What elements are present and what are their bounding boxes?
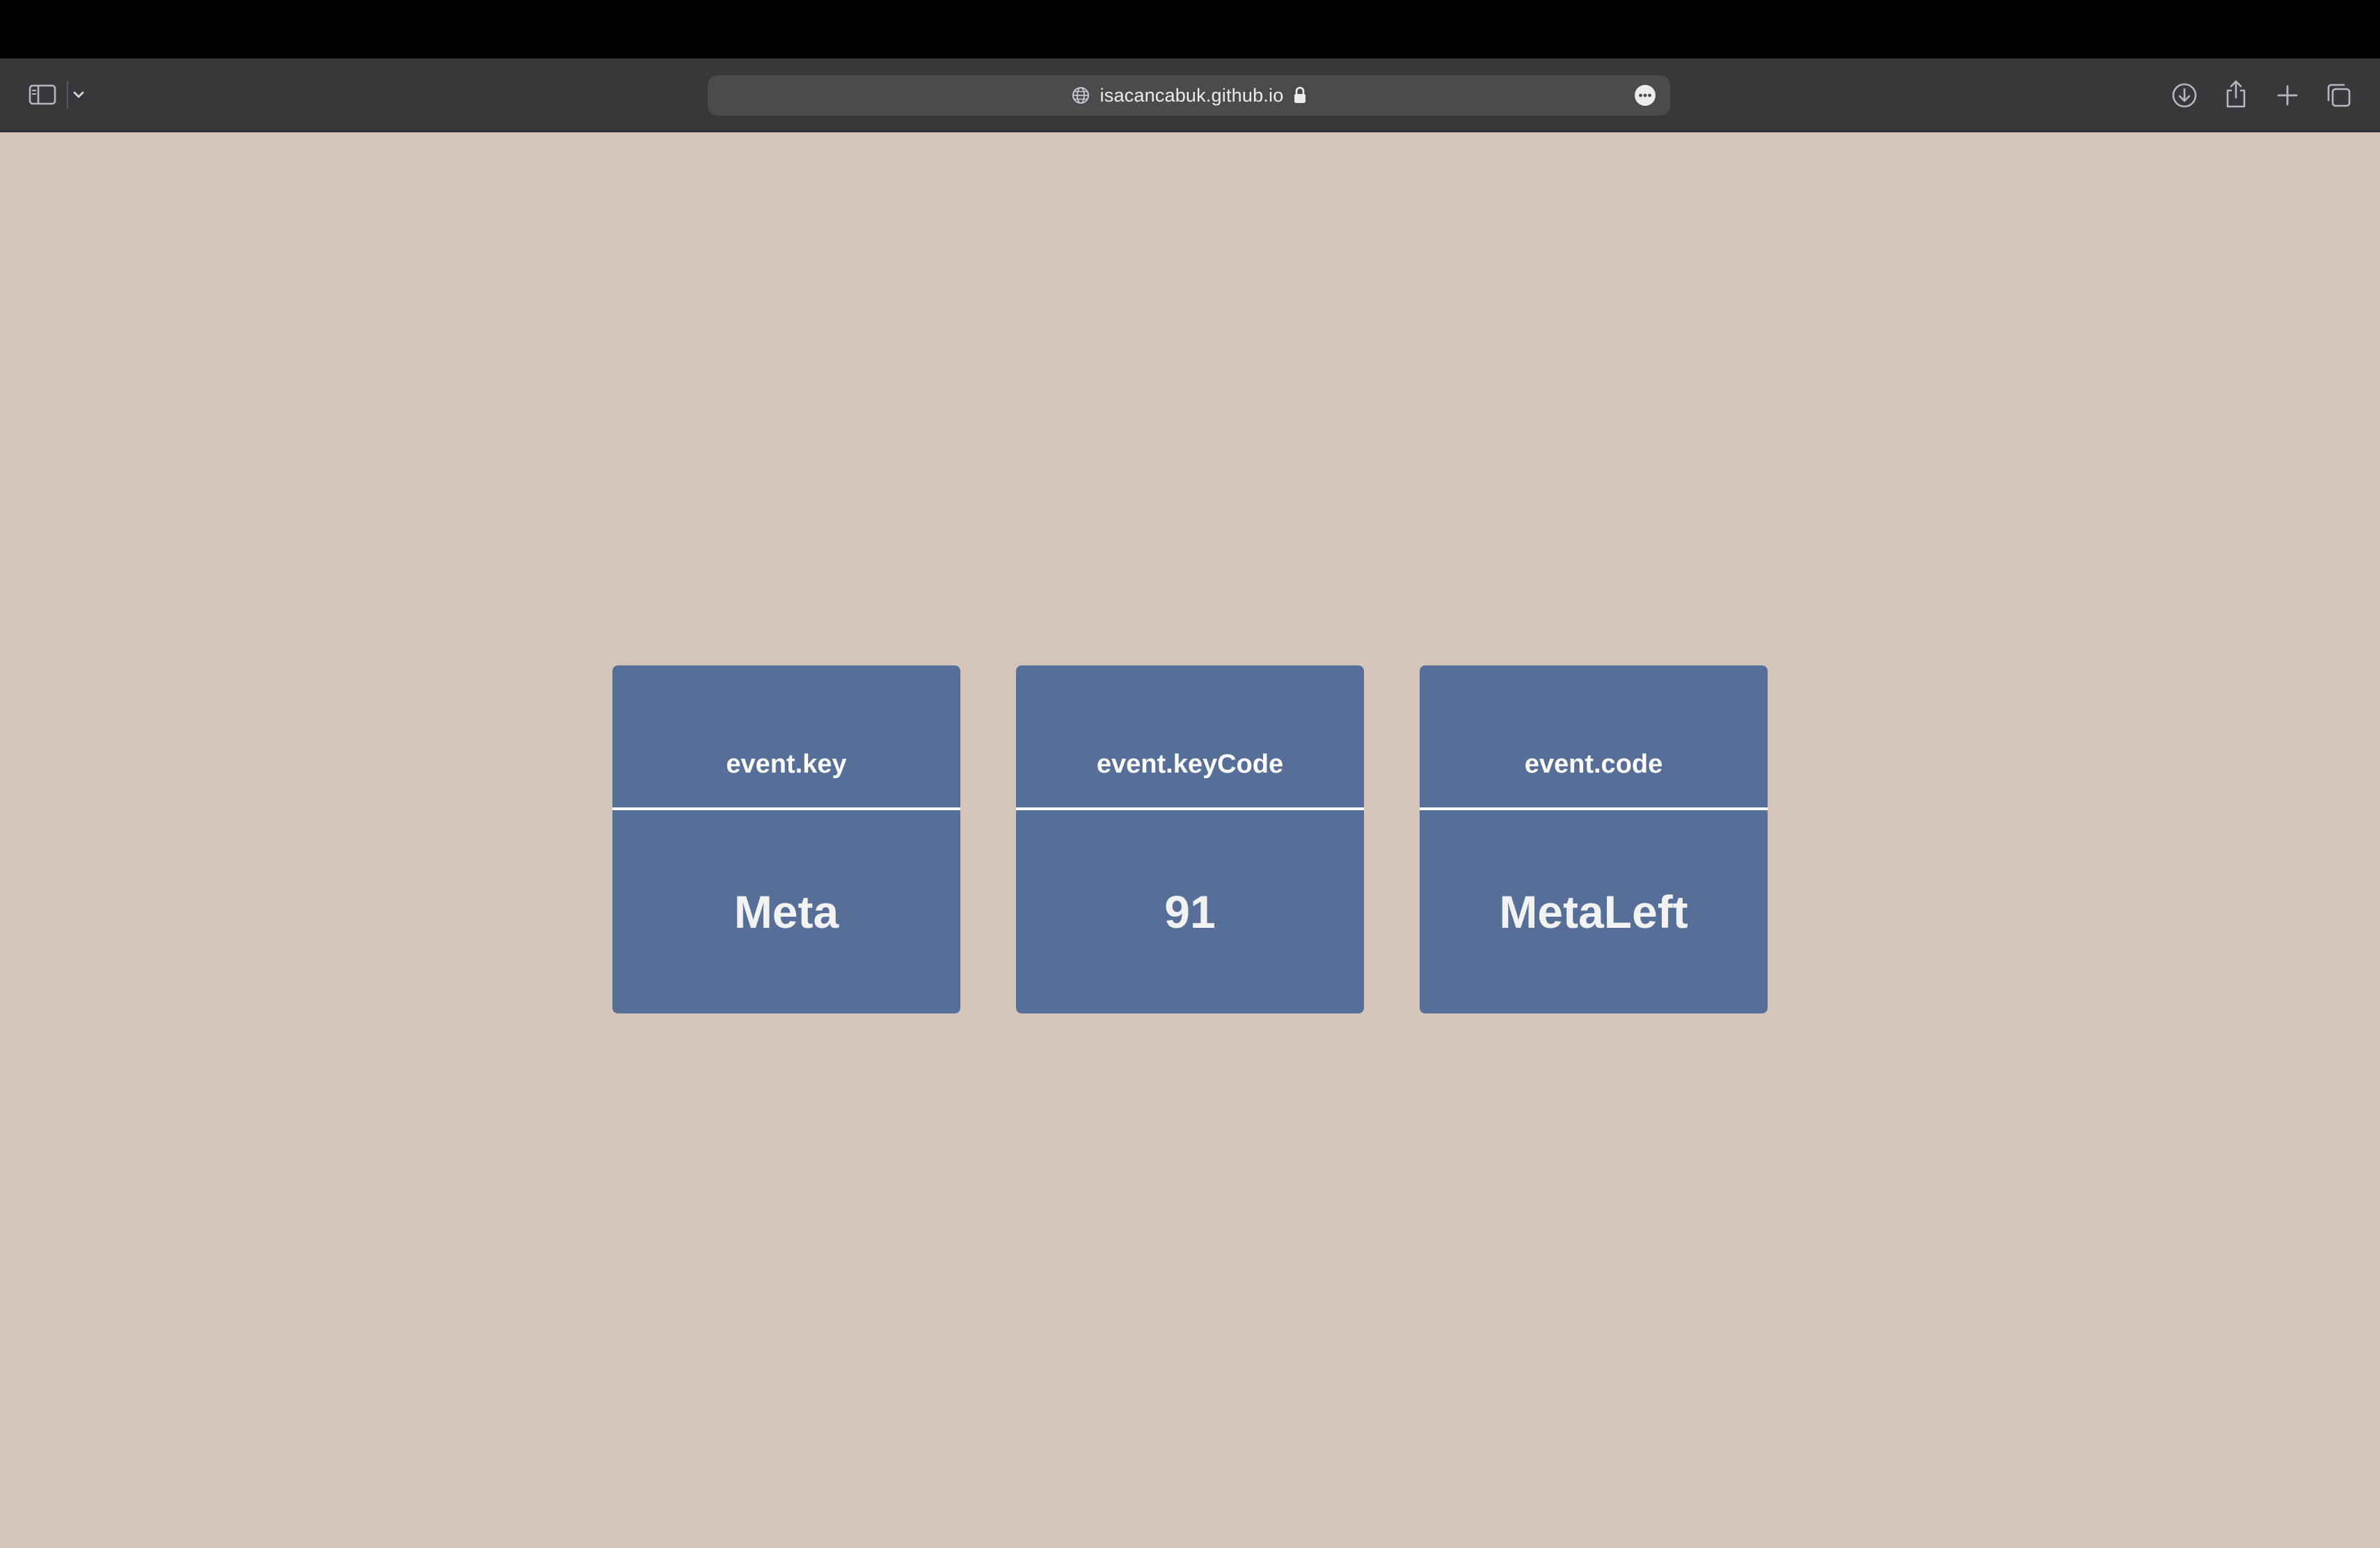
chevron-down-icon [73,91,84,98]
download-icon [2172,83,2197,108]
card-label: event.keyCode [1016,665,1364,810]
event-code-card: event.code MetaLeft [1420,665,1768,1013]
downloads-button[interactable] [2168,79,2200,111]
event-keycode-card: event.keyCode 91 [1016,665,1364,1013]
lock-icon [1294,86,1306,103]
event-key-card: event.key Meta [612,665,960,1013]
top-black-strip [0,0,2380,58]
sidebar-icon [29,84,56,105]
share-icon [2226,80,2246,108]
browser-toolbar: isacancabuk.github.io [0,58,2380,132]
key-event-cards: event.key Meta event.keyCode 91 event.co… [612,665,1768,1013]
share-button[interactable] [2220,77,2252,111]
card-value: Meta [733,886,839,938]
new-tab-button[interactable] [2271,79,2303,111]
url-text: isacancabuk.github.io [1100,84,1284,106]
toolbar-divider [67,81,68,109]
globe-icon [1072,87,1089,104]
card-label: event.key [612,665,960,810]
card-value: MetaLeft [1499,886,1688,938]
plus-icon [2277,85,2298,106]
page-menu-button[interactable] [1634,84,1656,106]
card-value: 91 [1164,886,1216,938]
tab-groups-menu-button[interactable] [71,82,86,107]
tab-overview-button[interactable] [2323,79,2355,111]
sidebar-toggle-button[interactable] [25,79,60,110]
tabs-icon [2327,84,2351,107]
address-bar[interactable]: isacancabuk.github.io [708,75,1670,116]
card-label: event.code [1420,665,1768,810]
more-icon [1635,85,1656,106]
